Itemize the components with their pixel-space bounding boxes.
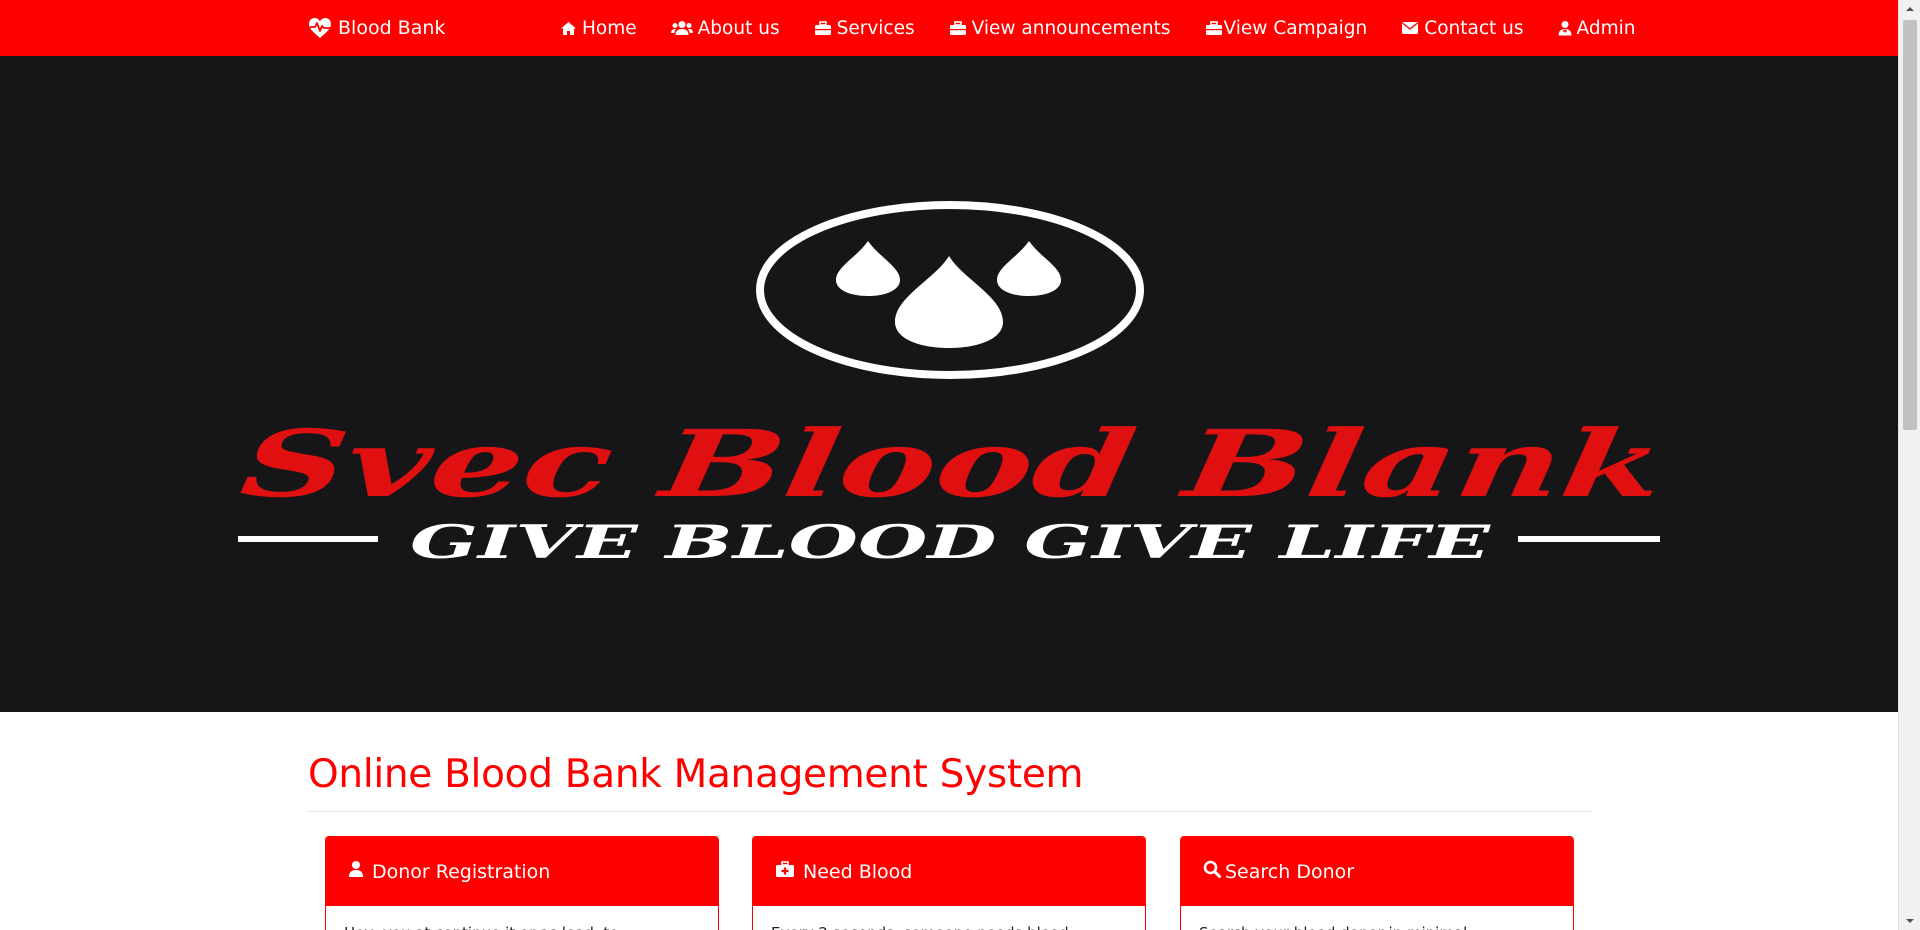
users-icon <box>670 20 693 36</box>
main-nav: Home About us Services View announcement… <box>560 0 1635 56</box>
nav-contact-label: Contact us <box>1424 17 1524 39</box>
nav-home[interactable]: Home <box>560 18 637 39</box>
card-need-blood[interactable]: Need Blood Every 2 seconds, someone need… <box>752 836 1146 930</box>
logo-tagline-text: GIVE BLOOD GIVE LIFE <box>410 515 1492 569</box>
nav-campaign[interactable]: View Campaign <box>1205 17 1368 39</box>
scroll-down-arrow-icon[interactable] <box>1899 912 1920 930</box>
card-header: Donor Registration <box>326 837 718 906</box>
card-header: Need Blood <box>753 837 1145 906</box>
nav-announcements[interactable]: View announcements <box>949 18 1171 39</box>
nav-contact[interactable]: Contact us <box>1401 17 1524 39</box>
hero-banner: Svec Blood Blank GIVE BLOOD GIVE LIFE <box>0 56 1898 712</box>
card-header: Search Donor <box>1181 837 1573 906</box>
card-title: Search Donor <box>1225 860 1355 883</box>
nav-home-label: Home <box>582 17 637 39</box>
nav-admin-label: Admin <box>1576 17 1636 39</box>
card-donor-registration[interactable]: Donor Registration Hey, you at continue … <box>325 836 719 930</box>
user-md-icon <box>1558 20 1572 36</box>
top-navbar: Blood Bank Home About us Services View a… <box>0 0 1898 56</box>
search-icon <box>1203 860 1221 883</box>
nav-campaign-label: View Campaign <box>1223 17 1368 39</box>
nav-about-label: About us <box>697 17 780 39</box>
logo-title-text: Svec Blood Blank <box>235 409 1670 517</box>
title-divider <box>308 811 1592 812</box>
briefcase-icon <box>814 20 832 36</box>
scroll-up-arrow-icon[interactable] <box>1899 0 1920 18</box>
card-text: Search your blood donor in minimal... <box>1181 906 1573 930</box>
medkit-icon <box>775 860 795 883</box>
briefcase-icon <box>949 20 967 36</box>
card-title: Donor Registration <box>372 860 551 883</box>
nav-about[interactable]: About us <box>670 17 780 39</box>
brand-link[interactable]: Blood Bank <box>308 0 445 56</box>
nav-admin[interactable]: Admin <box>1558 17 1636 39</box>
envelope-icon <box>1401 21 1419 35</box>
page-title: Online Blood Bank Management System <box>308 752 1084 797</box>
vertical-scrollbar[interactable] <box>1898 0 1920 930</box>
card-text: Every 2 seconds, someone needs blood. <box>753 906 1145 930</box>
heartbeat-icon <box>308 17 332 39</box>
blood-bank-logo: Svec Blood Blank GIVE BLOOD GIVE LIFE <box>235 201 1670 569</box>
card-title: Need Blood <box>803 860 913 883</box>
scrollbar-thumb[interactable] <box>1903 20 1917 430</box>
card-search-donor[interactable]: Search Donor Search your blood donor in … <box>1180 836 1574 930</box>
briefcase-icon <box>1205 20 1223 36</box>
nav-announcements-label: View announcements <box>971 17 1171 39</box>
nav-services-label: Services <box>836 17 915 39</box>
user-icon <box>348 860 364 883</box>
brand-label: Blood Bank <box>338 17 446 39</box>
home-icon <box>560 21 577 36</box>
nav-services[interactable]: Services <box>814 18 915 39</box>
card-text: Hey, you at continue it or as lead, to..… <box>326 906 718 930</box>
